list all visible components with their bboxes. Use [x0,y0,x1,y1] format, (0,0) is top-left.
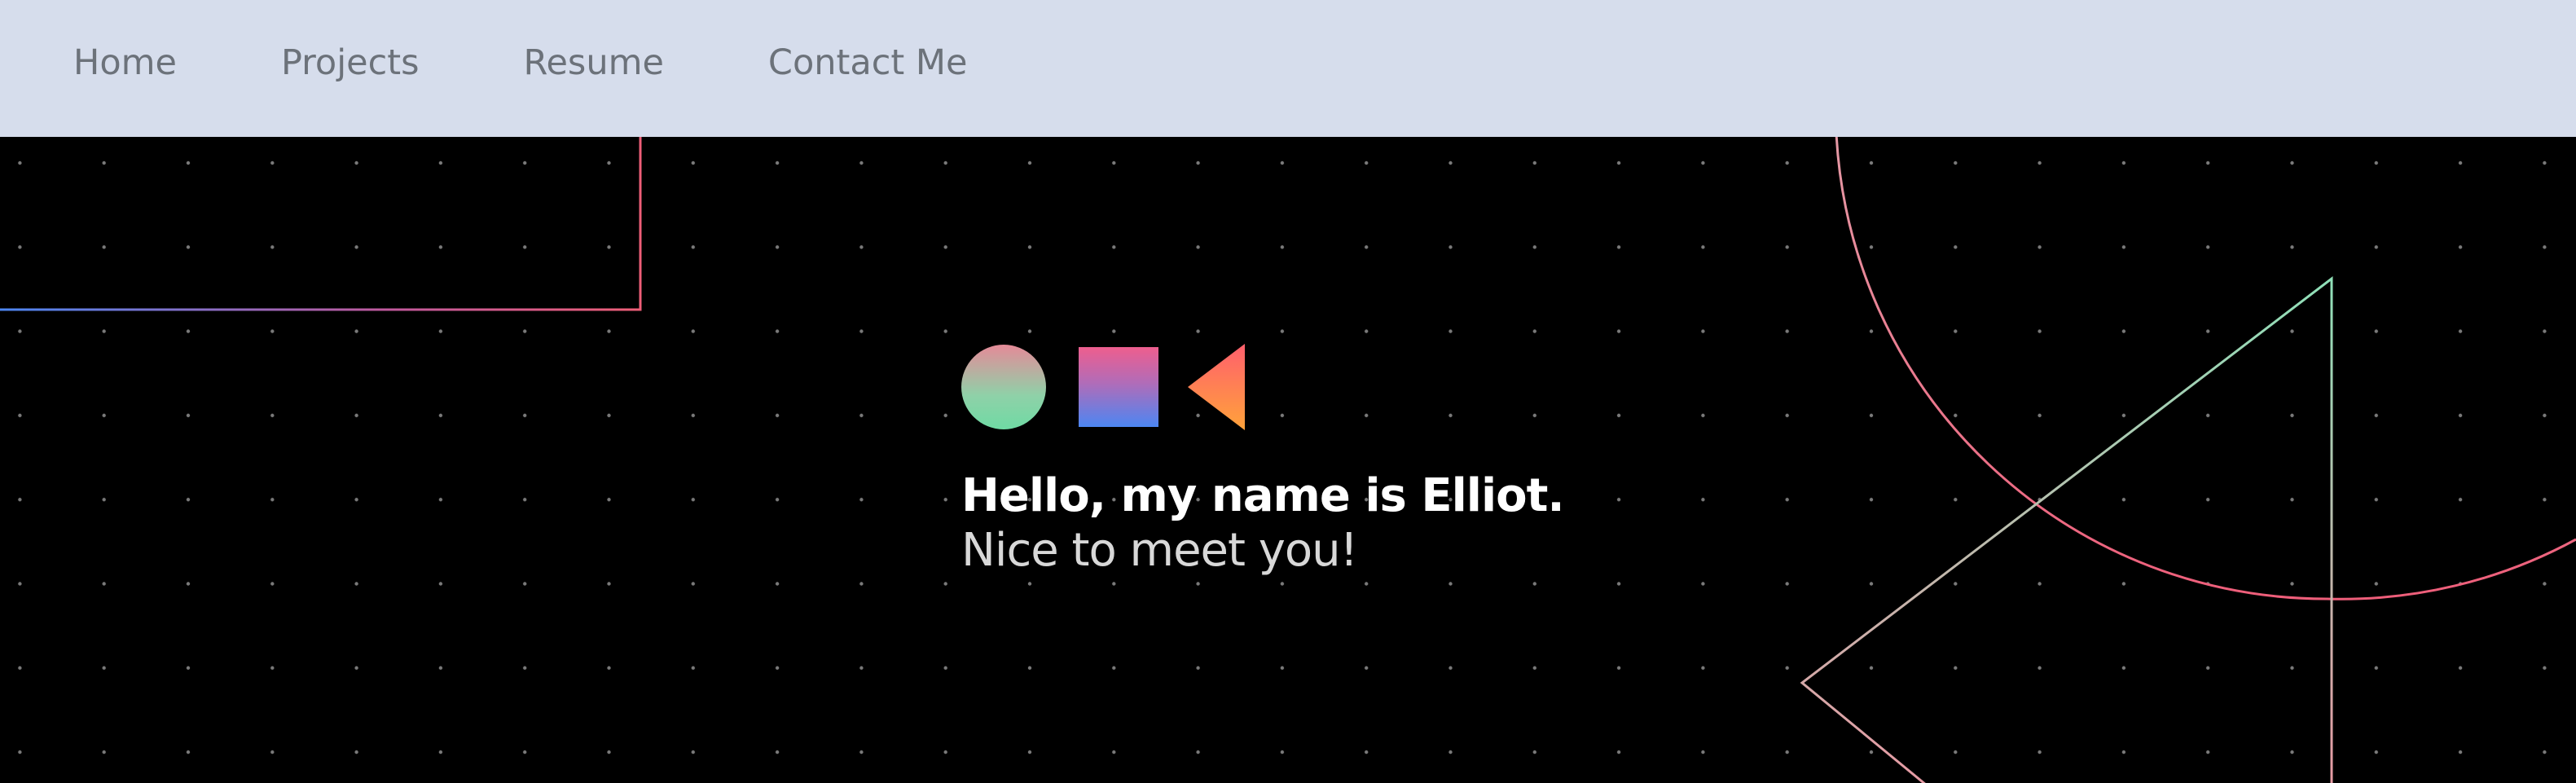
nav-link-resume[interactable]: Resume [524,42,664,83]
hero-section: Hello, my name is Elliot. Nice to meet y… [0,137,2576,783]
circle-icon [961,345,1046,429]
square-icon [1079,347,1158,427]
triangle-icon [1188,344,1245,430]
top-navbar: Home Projects Resume Contact Me [0,0,2576,137]
nav-link-projects[interactable]: Projects [281,42,420,83]
hero-headline: Hello, my name is Elliot. [961,469,1565,522]
nav-link-home[interactable]: Home [73,42,177,83]
intro-block: Hello, my name is Elliot. Nice to meet y… [961,342,1565,577]
shape-icons-row [961,342,1564,432]
nav-link-contact-me[interactable]: Contact Me [768,42,968,83]
hero-subline: Nice to meet you! [961,524,1358,577]
